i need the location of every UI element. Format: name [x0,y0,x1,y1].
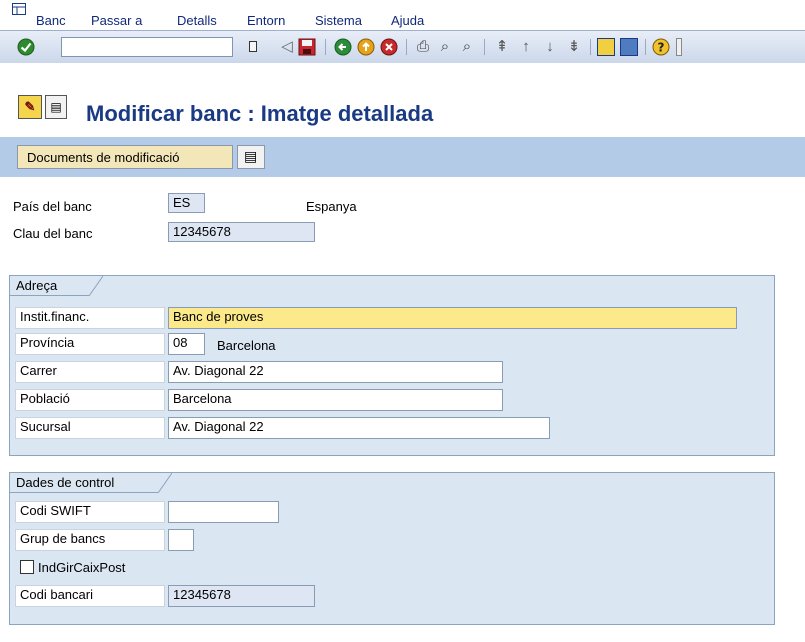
last-page-icon[interactable]: ⇟ [565,38,583,56]
system-menu-icon[interactable] [12,3,26,15]
postbank-checkbox[interactable] [20,560,34,574]
create-shortcut-icon[interactable] [620,38,638,56]
menu-ajuda[interactable]: Ajuda [391,13,424,28]
find-next-icon[interactable]: ⌕ [458,38,476,56]
institution-label: Instit.financ. [20,309,90,324]
toolbar-separator [325,39,326,55]
print-icon[interactable]: ⎙ [414,38,432,56]
country-label: País del banc [13,199,92,214]
city-label: Població [20,391,70,406]
institution-field[interactable]: Banc de proves [168,307,737,329]
toolbar-separator [645,39,646,55]
next-page-icon[interactable]: ↓ [541,38,559,56]
exit-icon[interactable] [357,38,375,56]
swift-label-box: Codi SWIFT [15,501,165,523]
bank-key-field: 12345678 [168,222,315,242]
swift-label: Codi SWIFT [20,503,91,518]
command-history-icon[interactable] [249,41,257,52]
change-documents-label: Documents de modificació [27,150,180,165]
address-group-title-text: Adreça [16,278,58,293]
country-name: Espanya [306,199,357,214]
city-label-box: Població [15,389,165,411]
group-tab-edge [158,473,172,493]
country-field: ES [168,193,205,213]
command-field[interactable] [61,37,233,57]
previous-page-icon[interactable]: ↑ [517,38,535,56]
back-icon[interactable] [334,38,352,56]
group-tab-underline [10,492,158,493]
change-documents-button[interactable]: Documents de modificació [17,145,233,169]
bank-group-field[interactable] [168,529,194,551]
branch-label: Sucursal [20,419,71,434]
page-title: Modificar banc : Imatge detallada [86,101,434,126]
swift-field[interactable] [168,501,279,523]
street-label: Carrer [20,363,57,378]
street-field[interactable]: Av. Diagonal 22 [168,361,503,383]
other-object-icon[interactable]: ▤ [45,95,67,119]
save-icon[interactable] [298,38,316,56]
bank-key-label: Clau del banc [13,226,93,241]
cancel-icon[interactable] [380,38,398,56]
institution-label-box: Instit.financ. [15,307,165,329]
bank-code-field: 12345678 [168,585,315,607]
control-group-title: Dades de control [10,473,164,493]
menu-passar-a[interactable]: Passar a [91,13,142,28]
province-label-box: Província [15,333,165,355]
new-session-icon[interactable] [597,38,615,56]
find-icon[interactable]: ⌕ [436,38,454,56]
branch-label-box: Sucursal [15,417,165,439]
bank-group-label: Grup de bancs [20,531,106,546]
standard-toolbar: ◁ ⎙ ⌕ ⌕ ⇞ ↑ ↓ ⇟ ? [0,30,805,64]
menu-bar: Banc Passar a Detalls Entorn Sistema Aju… [0,0,805,30]
document-list-button[interactable]: ▤ [237,145,265,169]
svg-text:?: ? [658,41,665,55]
street-label-box: Carrer [15,361,165,383]
group-tab-edge [89,276,103,296]
menu-entorn[interactable]: Entorn [247,13,285,28]
city-field[interactable]: Barcelona [168,389,503,411]
display-change-icon[interactable]: ✎ [18,95,42,119]
toolbar-separator [484,39,485,55]
layout-menu-icon[interactable] [676,38,682,56]
bank-code-label: Codi bancari [20,587,93,602]
title-bar: ✎ ▤ Modificar banc : Imatge detallada [0,63,805,126]
menu-detalls[interactable]: Detalls [177,13,217,28]
province-name: Barcelona [217,338,276,353]
control-group-title-text: Dades de control [16,475,115,490]
bank-code-label-box: Codi bancari [15,585,165,607]
collapse-left-icon[interactable]: ◁ [278,38,296,56]
menu-banc[interactable]: Banc [36,13,66,28]
toolbar-separator [590,39,591,55]
province-code-field[interactable]: 08 [168,333,205,355]
application-toolbar: Documents de modificació ▤ [0,137,805,177]
first-page-icon[interactable]: ⇞ [493,38,511,56]
document-list-icon: ▤ [244,148,258,164]
toolbar-separator [406,39,407,55]
menu-sistema[interactable]: Sistema [315,13,362,28]
address-group-title: Adreça [10,276,95,296]
enter-checkmark-icon[interactable] [17,38,35,56]
group-tab-underline [10,295,89,296]
bank-group-label-box: Grup de bancs [15,529,165,551]
help-icon[interactable]: ? [652,38,670,56]
province-label: Província [20,335,75,350]
branch-field[interactable]: Av. Diagonal 22 [168,417,550,439]
postbank-label: IndGirCaixPost [38,560,126,575]
